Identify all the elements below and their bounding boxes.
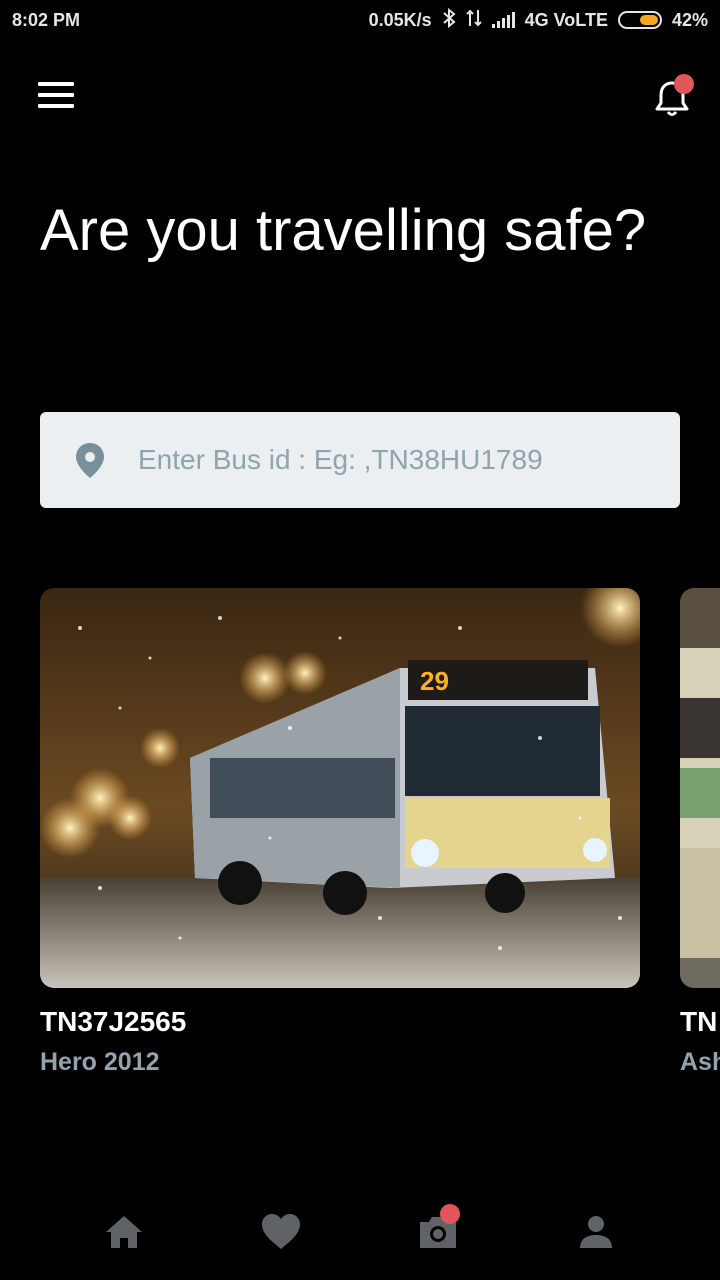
heart-icon xyxy=(262,1214,300,1249)
bus-search-field[interactable] xyxy=(40,412,680,508)
notification-button[interactable] xyxy=(652,74,694,118)
status-bar: 8:02 PM 0.05K/s 4G VoLTE 42% xyxy=(0,0,720,40)
bus-model-label: Ash xyxy=(680,1048,720,1076)
bus-card[interactable]: 29 TN37J2565 Hero 2012 xyxy=(40,588,640,1077)
nav-home[interactable] xyxy=(102,1210,146,1254)
home-icon xyxy=(106,1216,142,1248)
nav-camera[interactable] xyxy=(416,1204,460,1254)
bus-id-input[interactable] xyxy=(136,443,660,477)
bluetooth-icon xyxy=(442,7,456,33)
status-indicators: 0.05K/s 4G VoLTE 42% xyxy=(368,7,708,33)
signal-strength-icon xyxy=(491,12,515,28)
camera-badge xyxy=(440,1204,460,1224)
bus-id-label: TN37J2565 xyxy=(40,1006,187,1037)
data-transfer-icon xyxy=(465,8,482,33)
tram-photo xyxy=(680,588,720,988)
bus-photo: 29 xyxy=(40,588,640,988)
bottom-navigation xyxy=(0,1196,720,1266)
network-type: 4G VoLTE xyxy=(524,9,608,30)
status-time: 8:02 PM xyxy=(12,9,81,30)
net-speed: 0.05K/s xyxy=(368,9,432,30)
app-screen: 8:02 PM 0.05K/s 4G VoLTE 42% Are you tra… xyxy=(0,0,720,1280)
location-pin-icon xyxy=(76,443,104,478)
battery-icon xyxy=(617,11,662,29)
page-title: Are you travelling safe? xyxy=(40,198,647,263)
svg-text:29: 29 xyxy=(420,666,449,696)
nav-favorites[interactable] xyxy=(259,1210,303,1254)
bus-card[interactable]: TN Ash xyxy=(680,588,720,1077)
bus-model-label: Hero 2012 xyxy=(40,1048,160,1076)
hamburger-menu-icon[interactable] xyxy=(38,82,74,110)
notification-badge xyxy=(674,74,694,94)
nav-profile[interactable] xyxy=(574,1210,618,1254)
bus-id-label: TN xyxy=(680,1006,718,1037)
person-icon xyxy=(580,1216,612,1248)
battery-percent: 42% xyxy=(671,9,708,30)
